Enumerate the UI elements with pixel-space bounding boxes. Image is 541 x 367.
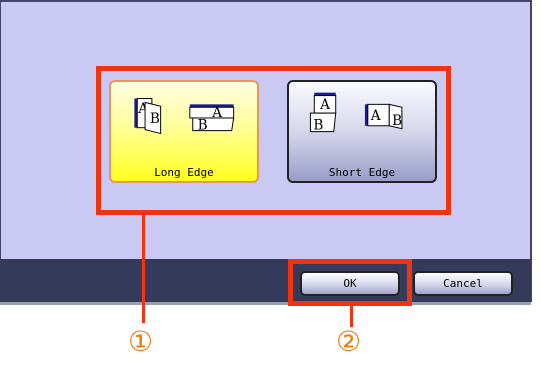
short-edge-label: Short Edge [328, 166, 396, 179]
short-edge-binding-icon: A B A B [309, 92, 403, 134]
callout-leader-2 [350, 306, 353, 327]
long-edge-button[interactable]: A B A B Long Edge [109, 80, 259, 183]
callout-number-1: ① [128, 325, 154, 358]
svg-text:A: A [370, 108, 381, 124]
ok-button[interactable]: OK [300, 271, 400, 296]
short-edge-button[interactable]: A B A B Short Edge [287, 80, 437, 183]
callout-leader-1 [142, 215, 145, 323]
svg-text:B: B [392, 113, 402, 129]
cancel-button[interactable]: Cancel [413, 271, 513, 296]
svg-text:B: B [198, 118, 208, 134]
panel-bottom-edge [0, 302, 531, 305]
svg-text:A: A [319, 97, 330, 113]
callout-number-2: ② [336, 325, 362, 358]
long-edge-label: Long Edge [154, 166, 214, 179]
panel-top-border [0, 0, 531, 2]
svg-text:B: B [313, 118, 323, 134]
long-edge-binding-icon: A B A B [134, 98, 235, 135]
svg-text:B: B [150, 111, 160, 127]
